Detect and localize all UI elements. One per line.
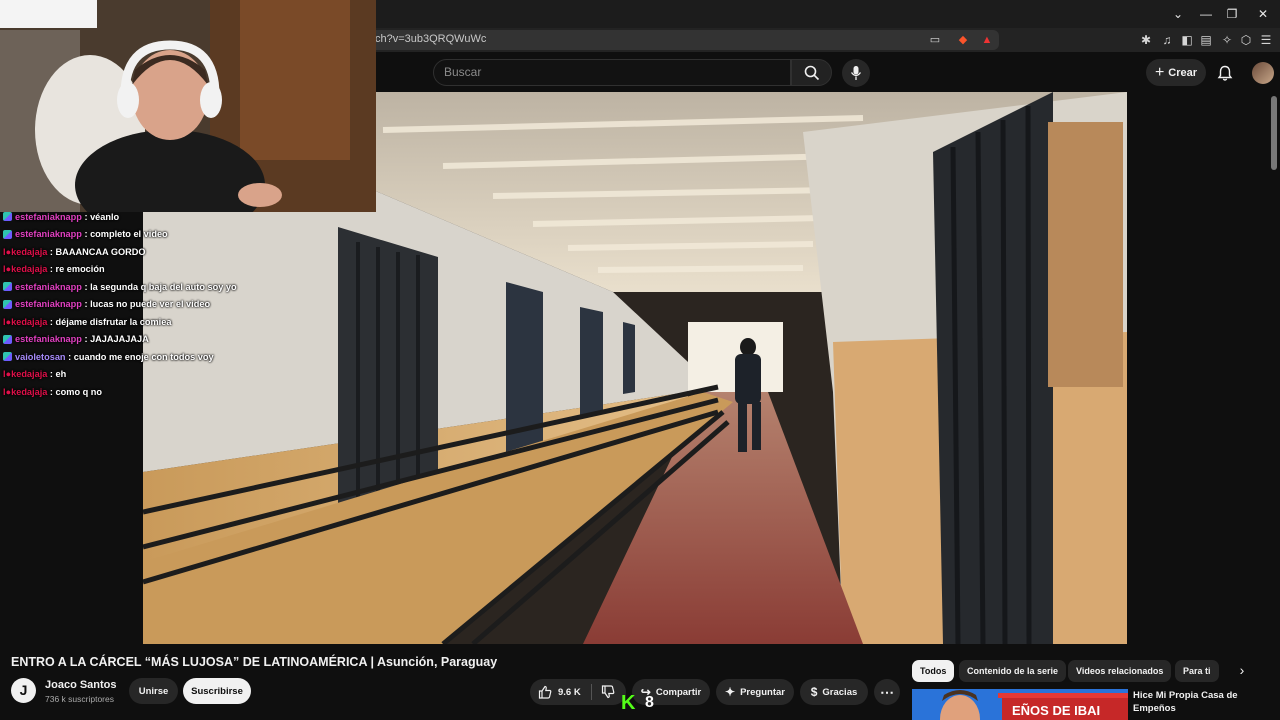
search-box bbox=[433, 59, 791, 86]
kick-logo: K bbox=[621, 692, 636, 714]
leo-icon[interactable]: ✧ bbox=[1218, 31, 1236, 49]
address-bar[interactable]: ch?v=3ub3QRQWuWc ▭ ◆ ▲ bbox=[365, 30, 999, 50]
chat-message: l●kedajaja : re emoción bbox=[3, 264, 105, 275]
like-dislike-group: 9.6 K bbox=[530, 679, 626, 705]
subscriber-count: 736 k suscriptores bbox=[45, 694, 114, 704]
chevron-down-icon[interactable]: ⌄ bbox=[1164, 4, 1192, 24]
recommendation-title[interactable]: Hice Mi Propia Casa de Empeños bbox=[1133, 689, 1263, 715]
page-scrollbar[interactable] bbox=[1268, 92, 1280, 720]
voice-search-button[interactable] bbox=[842, 59, 870, 87]
sparkle-icon: ✦ bbox=[725, 685, 736, 699]
chip-todos[interactable]: Todos bbox=[912, 660, 955, 682]
dislike-icon[interactable] bbox=[601, 685, 615, 699]
recommendation-thumbnail[interactable]: EÑOS DE IBAI bbox=[912, 689, 1128, 720]
create-label: Crear bbox=[1168, 66, 1198, 79]
cast-icon[interactable]: ▭ bbox=[927, 32, 943, 48]
stream-chat-overlay: estefaniaknapp : véanlo estefaniaknapp :… bbox=[0, 208, 300, 401]
chat-message: estefaniaknapp : completo el video bbox=[0, 226, 300, 244]
extensions-icon[interactable]: ✱ bbox=[1137, 31, 1155, 49]
chat-message: l●kedajaja : BAAANCAA GORDO bbox=[3, 246, 146, 257]
super-thanks-icon: $ bbox=[810, 685, 818, 699]
vpn-icon[interactable]: ⬡ bbox=[1237, 31, 1255, 49]
chat-message: l●kedajaja : como q no bbox=[3, 386, 102, 397]
chat-message: estefaniaknapp : la segunda q baja del a… bbox=[0, 278, 300, 296]
scrollbar-thumb[interactable] bbox=[1271, 96, 1277, 170]
music-icon[interactable]: ♫ bbox=[1158, 31, 1176, 49]
chip-related[interactable]: Videos relacionados bbox=[1068, 660, 1172, 682]
create-button[interactable]: + Crear bbox=[1146, 59, 1206, 86]
plus-icon: + bbox=[1154, 63, 1165, 81]
search-button[interactable] bbox=[791, 59, 832, 86]
webcam-overlay bbox=[0, 0, 376, 212]
more-actions-button[interactable]: ⋯ bbox=[874, 679, 900, 705]
rewards-icon[interactable]: ▲ bbox=[979, 32, 995, 48]
chat-message: estefaniaknapp : véanlo bbox=[0, 208, 300, 226]
channel-avatar[interactable]: J bbox=[11, 678, 36, 703]
more-icon: ⋯ bbox=[880, 683, 894, 700]
chat-message: l●kedajaja : eh bbox=[3, 369, 67, 380]
thanks-button[interactable]: $ Gracias bbox=[800, 679, 868, 705]
chip-series[interactable]: Contenido de la serie bbox=[959, 660, 1067, 682]
close-icon[interactable]: ✕ bbox=[1249, 4, 1277, 24]
url-text: ch?v=3ub3QRQWuWc bbox=[375, 33, 487, 45]
chevron-right-icon[interactable]: › bbox=[1234, 662, 1250, 682]
notifications-button[interactable] bbox=[1214, 62, 1236, 84]
chat-message: estefaniaknapp : lucas no puede ver el v… bbox=[0, 296, 300, 314]
wallet-icon[interactable]: ▤ bbox=[1197, 31, 1215, 49]
avatar[interactable] bbox=[1252, 62, 1274, 84]
chat-badge-icon bbox=[3, 352, 12, 362]
search-input[interactable] bbox=[444, 65, 774, 79]
chat-message: estefaniaknapp : JAJAJAJAJA bbox=[0, 331, 300, 349]
join-button[interactable]: Unirse bbox=[129, 678, 178, 704]
minimize-icon[interactable]: — bbox=[1192, 4, 1220, 24]
bell-icon bbox=[1217, 65, 1233, 81]
microphone-icon bbox=[850, 66, 862, 80]
chip-for-you[interactable]: Para ti bbox=[1175, 660, 1219, 682]
chat-badge-icon bbox=[3, 282, 12, 292]
like-count[interactable]: 9.6 K bbox=[558, 687, 581, 698]
restore-icon[interactable]: ❐ bbox=[1218, 4, 1246, 24]
chat-message: l●kedajaja : déjame disfrutar la comiea bbox=[3, 316, 172, 327]
menu-icon[interactable]: ☰ bbox=[1257, 31, 1275, 49]
streamer-webcam-image bbox=[0, 0, 376, 212]
kick-viewer-count: 8 bbox=[645, 694, 654, 711]
chat-message: vaioletosan : cuando me enoje con todos … bbox=[0, 348, 300, 366]
chat-badge-icon bbox=[3, 212, 12, 222]
like-divider bbox=[590, 684, 592, 700]
video-title: ENTRO A LA CÁRCEL “MÁS LUJOSA” DE LATINO… bbox=[11, 655, 498, 669]
chat-badge-icon bbox=[3, 299, 12, 309]
chat-badge-icon bbox=[3, 229, 12, 239]
like-icon[interactable] bbox=[538, 685, 552, 699]
subscribe-button[interactable]: Suscribirse bbox=[183, 678, 251, 704]
sidebar-icon[interactable]: ◧ bbox=[1178, 31, 1196, 49]
brave-shield-icon[interactable]: ◆ bbox=[955, 32, 971, 48]
search-icon bbox=[804, 65, 819, 80]
share-button[interactable]: ↪ Compartir bbox=[632, 679, 710, 705]
thumbnail-text: EÑOS DE IBAI bbox=[1012, 703, 1101, 718]
chat-badge-icon bbox=[3, 334, 12, 344]
ask-button[interactable]: ✦ Preguntar bbox=[716, 679, 794, 705]
channel-name[interactable]: Joaco Santos bbox=[45, 679, 117, 691]
